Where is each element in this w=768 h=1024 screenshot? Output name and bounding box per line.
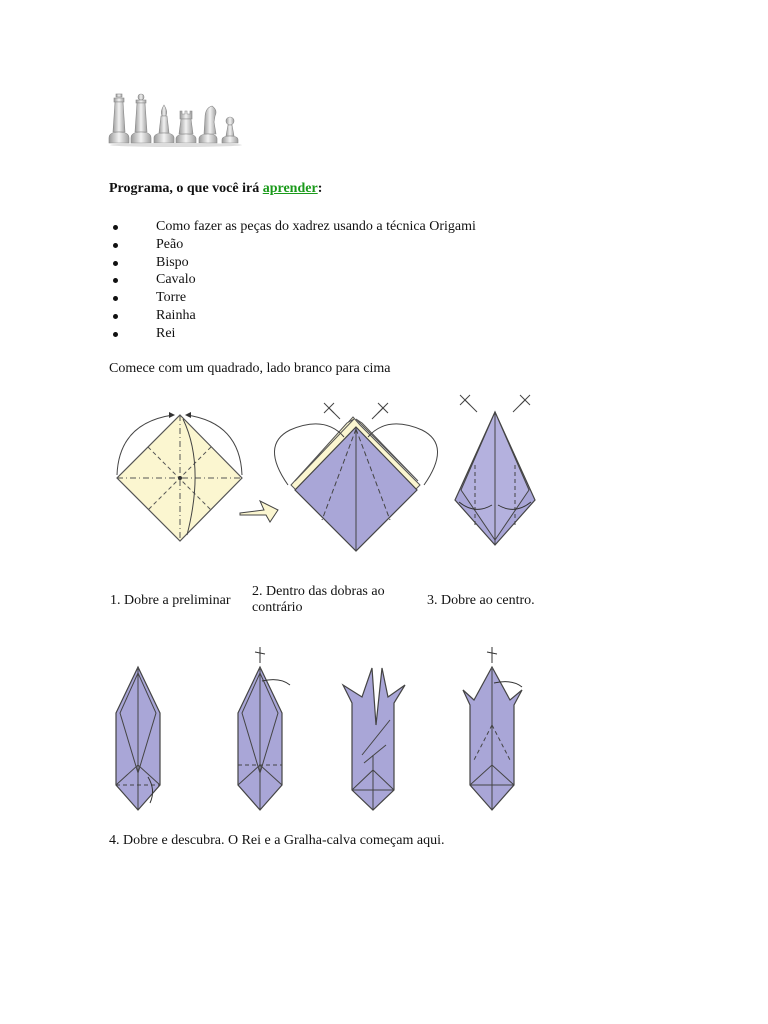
chess-pieces-image (108, 93, 242, 147)
list-item: Rei (109, 325, 476, 343)
step-1-caption: 1. Dobre a preliminar (110, 593, 231, 608)
rook-piece-icon (175, 110, 197, 144)
bullet-icon (113, 278, 118, 284)
list-item: Peão (109, 236, 476, 254)
intro-text: Comece com um quadrado, lado branco para… (109, 361, 391, 376)
list-item: Torre (109, 289, 476, 307)
program-heading: Programa, o que você irá aprender: (109, 181, 322, 197)
bullet-icon (113, 296, 118, 302)
diagram-step-4b (237, 647, 291, 811)
list-item-text: Como fazer as peças do xadrez usando a t… (156, 219, 476, 234)
king-piece-icon (108, 93, 130, 144)
pawn-piece-icon (221, 116, 239, 144)
bullet-icon (113, 242, 118, 248)
list-item-text: Rei (156, 325, 176, 341)
learn-link[interactable]: aprender (263, 181, 318, 196)
diagram-step-4d (462, 647, 523, 811)
diagram-step-4c (341, 667, 406, 811)
bullet-icon (113, 331, 118, 337)
list-item: Como fazer as peças do xadrez usando a t… (109, 218, 476, 236)
list-item-text: Torre (156, 290, 187, 306)
heading-colon: : (317, 181, 323, 196)
list-item: Bispo (109, 254, 476, 272)
bishop-piece-icon (153, 104, 175, 144)
diagram-step-3 (454, 394, 536, 546)
heading-text: Programa, o que você irá (109, 181, 263, 196)
bullet-icon (113, 260, 118, 266)
queen-piece-icon (130, 93, 152, 144)
diagram-step-2 (274, 402, 438, 552)
step-4-caption: 4. Dobre e descubra. O Rei e a Gralha-ca… (109, 833, 445, 848)
list-item-text: Cavalo (156, 272, 196, 288)
list-item-text: Peão (156, 236, 184, 252)
list-item-text: Rainha (156, 307, 196, 323)
list-item: Rainha (109, 307, 476, 325)
list-item-text: Bispo (156, 254, 189, 270)
list-item: Cavalo (109, 271, 476, 289)
step-3-caption: 3. Dobre ao centro. (427, 593, 535, 608)
program-list: Como fazer as peças do xadrez usando a t… (109, 218, 476, 343)
step-2-caption: 2. Dentro das dobras ao contrário (252, 584, 385, 615)
bullet-icon (113, 313, 118, 319)
bullet-icon (113, 225, 118, 230)
diagram-step-1 (116, 412, 243, 542)
knight-piece-icon (198, 105, 218, 144)
diagram-step-4a (115, 665, 161, 811)
